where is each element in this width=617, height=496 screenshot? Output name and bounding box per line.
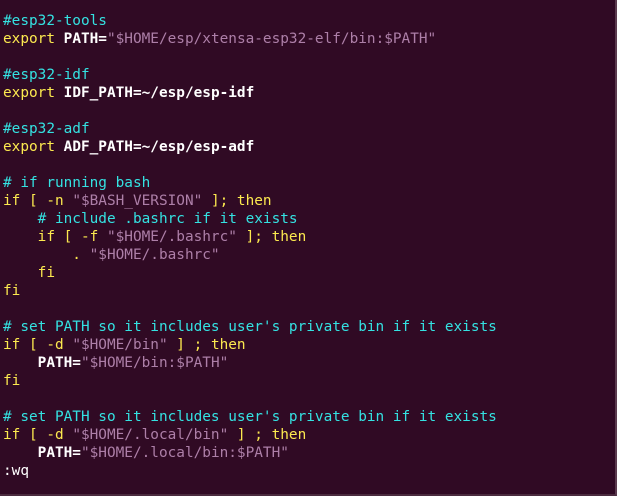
keyword-text: fi [3,265,55,281]
code-line: export PATH="$HOME/esp/xtensa-esp32-elf/… [0,30,615,48]
keyword-text: fi [3,283,21,299]
code-line: # include .bashrc if it exists [0,210,615,228]
code-line: PATH="$HOME/bin:$PATH" [0,354,615,372]
code-line: #esp32-tools [0,12,615,30]
comment-text: # include .bashrc if it exists [3,211,298,227]
indent-text [3,355,38,371]
keyword-text: . [3,247,90,263]
code-line: # set PATH so it includes user's private… [0,318,615,336]
keyword-text: fi [3,373,21,389]
indent-text [3,445,38,461]
variable-text: PATH= [63,31,107,47]
comment-text: # set PATH so it includes user's private… [3,319,497,335]
code-line: fi [0,372,615,390]
string-text: "$HOME/.bashrc" [89,247,220,263]
string-text: "$HOME/bin" [72,337,168,353]
code-line: if [ -d "$HOME/.local/bin" ] ; then [0,426,615,444]
keyword-text: if [ -n [3,193,73,209]
code-line: export ADF_PATH=~/esp/esp-adf [0,138,615,156]
code-line: PATH="$HOME/.local/bin:$PATH" [0,444,615,462]
keyword-text: export [3,139,64,155]
comment-text: #esp32-adf [3,121,90,137]
string-text: "$HOME/esp/xtensa-esp32-elf/bin:$PATH" [106,31,437,47]
keyword-text: if [ -d [3,427,73,443]
variable-text: PATH= [37,355,81,371]
keyword-text: ] ; then [228,427,307,443]
keyword-text: ]; then [236,229,307,245]
variable-text: ADF_PATH=~/esp/esp-adf [63,139,255,155]
string-text: "$HOME/.bashrc" [106,229,237,245]
code-line: fi [0,264,615,282]
variable-text: PATH= [37,445,81,461]
string-text: "$HOME/.local/bin" [72,427,229,443]
variable-text: IDF_PATH=~/esp/esp-idf [63,85,255,101]
keyword-text: ]; then [202,193,272,209]
code-line: if [ -f "$HOME/.bashrc" ]; then [0,228,615,246]
code-line: if [ -n "$BASH_VERSION" ]; then [0,192,615,210]
comment-text: # set PATH so it includes user's private… [3,409,497,425]
comment-text: #esp32-idf [3,67,90,83]
vim-editor-buffer[interactable]: #esp32-tools export PATH="$HOME/esp/xtens… [0,12,615,462]
comment-text: # if running bash [3,175,151,191]
code-line: . "$HOME/.bashrc" [0,246,615,264]
keyword-text: export [3,85,64,101]
string-text: "$BASH_VERSION" [72,193,203,209]
code-line: if [ -d "$HOME/bin" ] ; then [0,336,615,354]
terminal-window[interactable]: #esp32-tools export PATH="$HOME/esp/xtens… [0,0,617,496]
string-text: "$HOME/bin:$PATH" [80,355,229,371]
keyword-text: if [ -f [3,229,107,245]
code-line: # set PATH so it includes user's private… [0,408,615,426]
code-line: # if running bash [0,174,615,192]
code-line: #esp32-idf [0,66,615,84]
comment-text: #esp32-tools [3,13,107,29]
vim-command-line[interactable]: :wq [0,462,615,480]
keyword-text: ] ; then [167,337,246,353]
string-text: "$HOME/.local/bin:$PATH" [80,445,289,461]
code-line: fi [0,282,615,300]
keyword-text: export [3,31,64,47]
code-line: #esp32-adf [0,120,615,138]
keyword-text: if [ -d [3,337,73,353]
code-line: export IDF_PATH=~/esp/esp-idf [0,84,615,102]
